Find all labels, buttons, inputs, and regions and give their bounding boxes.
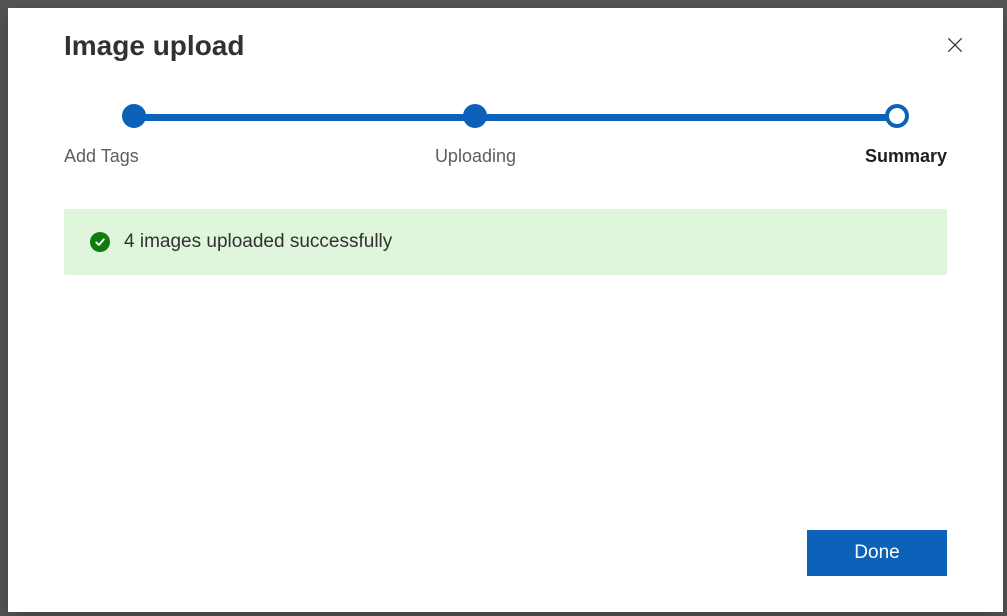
step-label: Add Tags [64,146,146,167]
step-dot-complete [463,104,487,128]
modal-header: Image upload [8,8,1003,72]
close-button[interactable] [939,30,971,62]
step-add-tags: Add Tags [64,104,146,167]
step-label: Uploading [435,146,516,167]
step-label: Summary [865,146,947,167]
step-dot-current [885,104,909,128]
step-dot-complete [122,104,146,128]
image-upload-modal: Image upload Add Tags Uploading [8,8,1003,612]
stepper-track [129,114,905,121]
checkmark-circle-icon [90,232,110,252]
close-icon [945,35,965,58]
status-banner-success: 4 images uploaded successfully [64,209,947,275]
stepper: Add Tags Uploading Summary [8,72,1003,195]
done-button[interactable]: Done [807,530,947,576]
step-uploading: Uploading [435,104,516,167]
modal-title: Image upload [64,30,244,62]
step-summary: Summary [865,104,947,167]
status-message: 4 images uploaded successfully [124,231,392,253]
modal-footer: Done [8,530,1003,612]
